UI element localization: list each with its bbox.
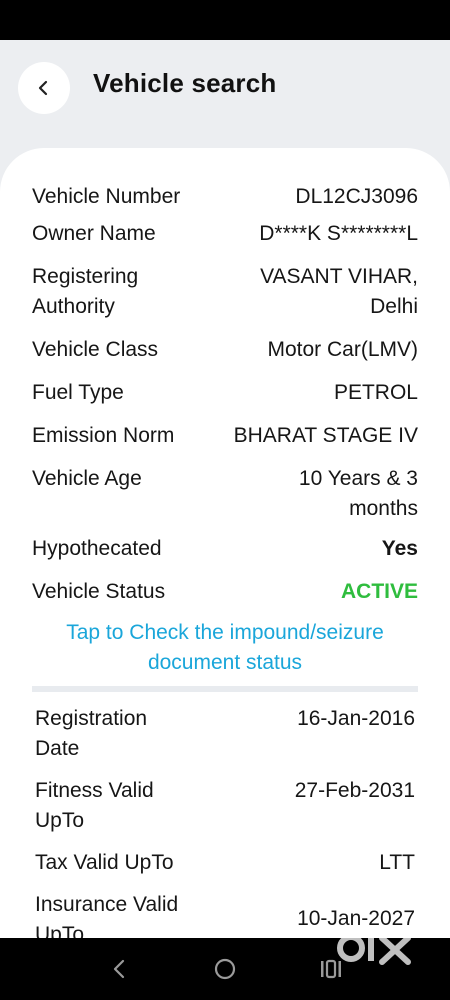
validity-row-registration-date: Registration Date 16-Jan-2016 (35, 704, 415, 764)
detail-label: Vehicle Number (32, 185, 181, 208)
impound-status-link[interactable]: Tap to Check the impound/seizure documen… (0, 618, 450, 678)
detail-value: Motor Car(LMV) (267, 338, 418, 361)
detail-value: DL12CJ3096 (295, 185, 418, 208)
section-divider (32, 686, 418, 692)
validity-row-fitness: Fitness Valid UpTo 27-Feb-2031 (35, 776, 415, 836)
detail-value: VASANT VIHAR, Delhi (260, 265, 418, 318)
detail-label: Vehicle Status (32, 580, 166, 603)
app-screen: Vehicle search Vehicle Number DL12CJ3096… (0, 40, 450, 938)
detail-label: Hypothecated (32, 537, 162, 560)
detail-label: Fuel Type (32, 381, 124, 404)
detail-row-registering-authority: Registering Authority VASANT VIHAR, Delh… (32, 262, 418, 322)
detail-label: Emission Norm (32, 424, 175, 447)
nav-home-icon (214, 958, 236, 980)
validity-label: Registration Date (35, 707, 148, 760)
validity-label: Insurance Valid UpTo (35, 893, 179, 938)
validity-value: LTT (379, 851, 415, 874)
back-button[interactable] (18, 62, 70, 114)
detail-value: BHARAT STAGE IV (233, 424, 418, 447)
validity-value: 27-Feb-2031 (294, 779, 415, 802)
back-arrow-icon (38, 80, 48, 96)
detail-label: Registering Authority (32, 265, 139, 318)
impound-link-text: Tap to Check the impound/seizure documen… (66, 621, 384, 674)
validity-label: Tax Valid UpTo (35, 851, 174, 874)
detail-label: Vehicle Age (32, 467, 142, 490)
detail-value: Yes (381, 537, 418, 560)
detail-value: D****K S********L (259, 222, 418, 245)
detail-value: PETROL (333, 381, 418, 404)
detail-row-vehicle-age: Vehicle Age 10 Years & 3 months (32, 464, 418, 524)
validity-label: Fitness Valid UpTo (35, 779, 154, 832)
vehicle-details-card: Vehicle Number DL12CJ3096 Owner Name D**… (0, 148, 450, 938)
olx-watermark-logo (337, 930, 411, 965)
status-badge: ACTIVE (340, 580, 418, 603)
detail-label: Vehicle Class (32, 338, 159, 361)
detail-label: Owner Name (32, 222, 156, 245)
status-bar (0, 0, 450, 40)
detail-value: 10 Years & 3 months (298, 467, 418, 520)
page-title: Vehicle search (93, 68, 277, 98)
nav-back-icon (113, 959, 125, 979)
nav-home-button[interactable] (210, 954, 240, 984)
validity-value: 16-Jan-2016 (297, 707, 415, 730)
nav-back-button[interactable] (104, 954, 134, 984)
